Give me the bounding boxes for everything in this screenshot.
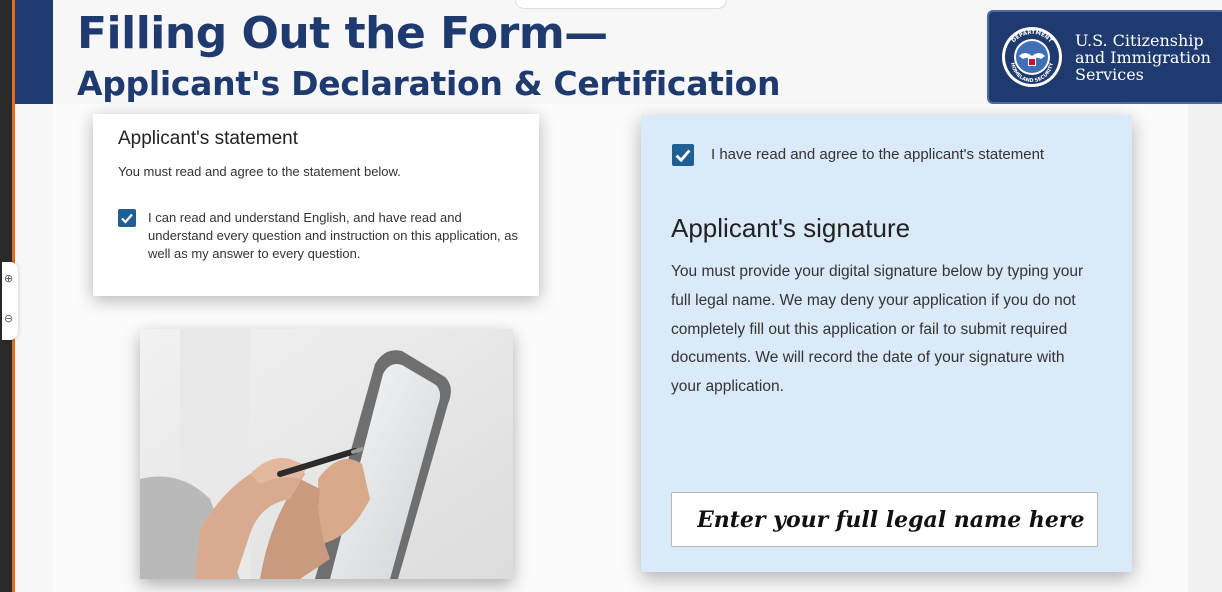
statement-instruction: You must read and agree to the statement… <box>118 164 401 179</box>
checkmark-icon <box>675 149 691 163</box>
slide-title: Filling Out the Form— <box>77 8 608 59</box>
checkmark-icon <box>121 213 133 224</box>
logo-line-1: U.S. Citizenship <box>1075 31 1204 50</box>
zoom-controls: ⊕ ⊖ <box>2 262 18 340</box>
uscis-logo: DEPARTMENT HOMELAND SECURITY U.S. Citize… <box>987 10 1222 104</box>
signature-heading: Applicant's signature <box>671 213 911 243</box>
zoom-out-icon[interactable]: ⊖ <box>4 312 13 325</box>
slide: Filling Out the Form— Applicant's Declar… <box>15 0 1222 592</box>
dhs-seal-icon: DEPARTMENT HOMELAND SECURITY <box>1002 27 1062 87</box>
agree-checkbox[interactable] <box>672 144 694 166</box>
applicant-statement-card: Applicant's statement You must read and … <box>93 114 539 296</box>
logo-line-3: Services <box>1075 65 1144 84</box>
statement-heading: Applicant's statement <box>118 128 298 149</box>
statement-checkbox[interactable] <box>118 209 136 227</box>
logo-line-2: and Immigration <box>1075 48 1211 67</box>
slide-subtitle: Applicant's Declaration & Certification <box>77 64 781 103</box>
slide-right-strip <box>1188 104 1222 592</box>
title-band <box>15 0 53 104</box>
zoom-in-icon[interactable]: ⊕ <box>4 272 13 285</box>
agree-checkbox-label: I have read and agree to the applicant's… <box>711 146 1045 163</box>
applicant-signature-card: I have read and agree to the applicant's… <box>641 115 1132 572</box>
statement-checkbox-label: I can read and understand English, and h… <box>148 210 519 261</box>
tablet-illustration <box>140 329 513 579</box>
signature-instructions: You must provide your digital signature … <box>671 263 1084 396</box>
tablet-stylus-photo <box>140 329 513 579</box>
logo-wordmark: U.S. Citizenship and Immigration Service… <box>1075 32 1211 83</box>
full-legal-name-input[interactable] <box>671 492 1098 547</box>
